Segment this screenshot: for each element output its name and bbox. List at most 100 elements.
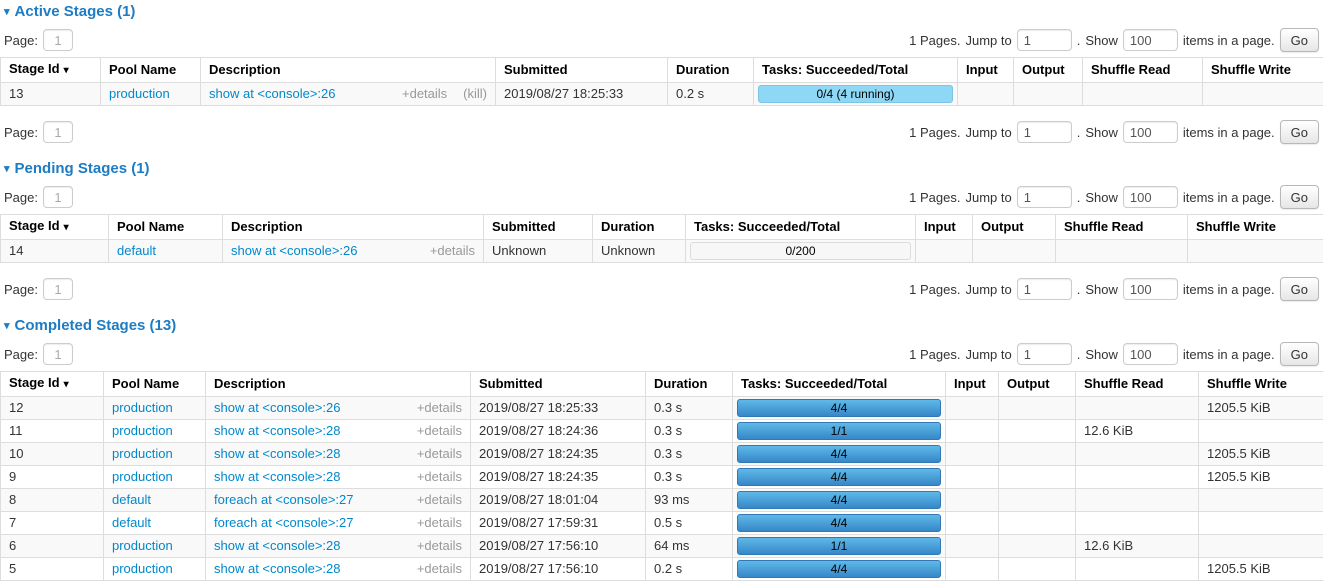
pool-name-link[interactable]: production	[112, 446, 173, 461]
pool-name-link[interactable]: production	[112, 400, 173, 415]
column-header-submitted[interactable]: Submitted	[496, 58, 668, 83]
pool-name-link[interactable]: default	[112, 492, 151, 507]
column-header-shuffle-read[interactable]: Shuffle Read	[1056, 215, 1188, 240]
column-header-shuffle-write[interactable]: Shuffle Write	[1188, 215, 1323, 240]
tasks-progress-label: 4/4	[831, 401, 848, 415]
details-toggle[interactable]: +details	[417, 538, 462, 553]
details-toggle[interactable]: +details	[417, 515, 462, 530]
description-link[interactable]: show at <console>:28	[214, 446, 340, 462]
pagination-row-completed-top: Page:1 Pages.Jump to.Showitems in a page…	[0, 342, 1323, 366]
show-items-input[interactable]	[1123, 121, 1178, 143]
submitted-cell: 2019/08/27 18:25:33	[471, 397, 646, 420]
pool-name-link[interactable]: production	[109, 86, 170, 101]
column-header-stage-id[interactable]: Stage Id▾	[1, 215, 109, 240]
pool-name-link[interactable]: production	[112, 538, 173, 553]
shuffle-write-cell: 1205.5 KiB	[1199, 397, 1323, 420]
show-items-input[interactable]	[1123, 278, 1178, 300]
column-header-submitted[interactable]: Submitted	[471, 372, 646, 397]
page-number-input[interactable]	[43, 121, 73, 143]
stage-id-cell: 8	[1, 489, 104, 512]
description-link[interactable]: show at <console>:28	[214, 538, 340, 554]
duration-cell: 0.2 s	[646, 558, 733, 581]
description-link[interactable]: show at <console>:26	[231, 243, 357, 259]
column-header-duration[interactable]: Duration	[646, 372, 733, 397]
section-title-link[interactable]: Active Stages (1)	[15, 3, 136, 20]
column-header-shuffle-read[interactable]: Shuffle Read	[1083, 58, 1203, 83]
column-header-shuffle-read[interactable]: Shuffle Read	[1076, 372, 1199, 397]
column-header-pool-name[interactable]: Pool Name	[104, 372, 206, 397]
column-header-submitted[interactable]: Submitted	[484, 215, 593, 240]
show-items-input[interactable]	[1123, 343, 1178, 365]
column-header-tasks-succeeded-total[interactable]: Tasks: Succeeded/Total	[686, 215, 916, 240]
column-header-output[interactable]: Output	[1014, 58, 1083, 83]
column-header-output[interactable]: Output	[973, 215, 1056, 240]
column-header-stage-id[interactable]: Stage Id▾	[1, 58, 101, 83]
column-header-input[interactable]: Input	[958, 58, 1014, 83]
tasks-progress-cell: 1/1	[733, 535, 946, 558]
page-number-input[interactable]	[43, 278, 73, 300]
details-toggle[interactable]: +details	[417, 446, 462, 461]
jump-to-input[interactable]	[1017, 278, 1072, 300]
details-toggle[interactable]: +details	[417, 469, 462, 484]
jump-to-input[interactable]	[1017, 343, 1072, 365]
total-pages-text: 1 Pages.	[909, 33, 960, 48]
duration-value: 0.2 s	[654, 561, 682, 576]
section-title-link[interactable]: Pending Stages (1)	[15, 160, 150, 177]
details-toggle[interactable]: +details	[417, 492, 462, 507]
description-link[interactable]: show at <console>:28	[214, 469, 340, 485]
details-toggle[interactable]: +details	[417, 423, 462, 438]
pool-name-link[interactable]: production	[112, 423, 173, 438]
column-header-pool-name[interactable]: Pool Name	[101, 58, 201, 83]
section-title-link[interactable]: Completed Stages (13)	[15, 317, 177, 334]
column-header-output[interactable]: Output	[999, 372, 1076, 397]
description-link[interactable]: foreach at <console>:27	[214, 515, 354, 531]
column-header-stage-id[interactable]: Stage Id▾	[1, 372, 104, 397]
description-link[interactable]: show at <console>:28	[214, 423, 340, 439]
column-header-label: Duration	[676, 62, 729, 77]
table-row-stage-10: 10productionshow at <console>:28+details…	[1, 443, 1323, 466]
page-number-input[interactable]	[43, 29, 73, 51]
jump-to-input[interactable]	[1017, 186, 1072, 208]
pool-name-link[interactable]: default	[112, 515, 151, 530]
show-items-input[interactable]	[1123, 29, 1178, 51]
go-button[interactable]: Go	[1280, 342, 1319, 366]
page-number-input[interactable]	[43, 186, 73, 208]
stage-id: 13	[9, 86, 23, 101]
column-header-shuffle-write[interactable]: Shuffle Write	[1203, 58, 1323, 83]
column-header-input[interactable]: Input	[916, 215, 973, 240]
description-link[interactable]: show at <console>:26	[209, 86, 335, 102]
submitted-cell: 2019/08/27 18:24:35	[471, 466, 646, 489]
column-header-duration[interactable]: Duration	[593, 215, 686, 240]
column-header-duration[interactable]: Duration	[668, 58, 754, 83]
go-button[interactable]: Go	[1280, 277, 1319, 301]
description-link[interactable]: foreach at <console>:27	[214, 492, 354, 508]
column-header-input[interactable]: Input	[946, 372, 999, 397]
column-header-description[interactable]: Description	[223, 215, 484, 240]
column-header-tasks-succeeded-total[interactable]: Tasks: Succeeded/Total	[733, 372, 946, 397]
pool-name-link[interactable]: production	[112, 469, 173, 484]
page-number-input[interactable]	[43, 343, 73, 365]
details-toggle[interactable]: +details	[402, 86, 447, 101]
go-button[interactable]: Go	[1280, 120, 1319, 144]
pool-name-link[interactable]: production	[112, 561, 173, 576]
details-toggle[interactable]: +details	[430, 243, 475, 258]
shuffle-read-cell	[1076, 443, 1199, 466]
column-header-description[interactable]: Description	[201, 58, 496, 83]
details-toggle[interactable]: +details	[417, 400, 462, 415]
details-toggle[interactable]: +details	[417, 561, 462, 576]
kill-link[interactable]: (kill)	[463, 86, 487, 101]
description-link[interactable]: show at <console>:28	[214, 561, 340, 577]
pool-name-link[interactable]: default	[117, 243, 156, 258]
column-header-description[interactable]: Description	[206, 372, 471, 397]
column-header-shuffle-write[interactable]: Shuffle Write	[1199, 372, 1323, 397]
show-items-input[interactable]	[1123, 186, 1178, 208]
go-button[interactable]: Go	[1280, 185, 1319, 209]
description-link[interactable]: show at <console>:26	[214, 400, 340, 416]
column-header-tasks-succeeded-total[interactable]: Tasks: Succeeded/Total	[754, 58, 958, 83]
submitted-cell: 2019/08/27 18:24:36	[471, 420, 646, 443]
jump-to-input[interactable]	[1017, 121, 1072, 143]
column-header-label: Shuffle Read	[1091, 62, 1170, 77]
jump-to-input[interactable]	[1017, 29, 1072, 51]
column-header-pool-name[interactable]: Pool Name	[109, 215, 223, 240]
go-button[interactable]: Go	[1280, 28, 1319, 52]
